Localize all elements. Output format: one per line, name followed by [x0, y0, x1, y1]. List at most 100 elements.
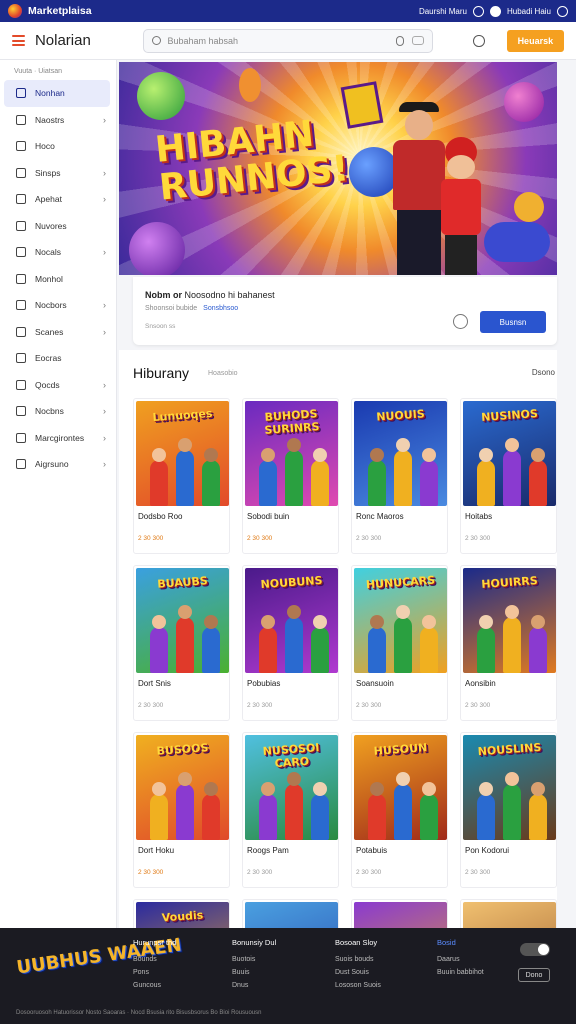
product-thumbnail[interactable]: NUSINOS — [463, 401, 556, 506]
product-thumbnail[interactable]: BUSOOS — [136, 735, 229, 840]
product-card[interactable]: NOUSLINS Pon Kodorui 2 30 300 — [460, 732, 557, 888]
footer-link[interactable]: Buuis — [232, 969, 276, 976]
user-text[interactable]: Daurshi Maru — [419, 7, 467, 16]
footer-button[interactable]: Dono — [518, 968, 550, 982]
product-name[interactable]: Ronc Maoros — [356, 512, 404, 521]
thumbnail-title: HUNUCARS — [365, 573, 436, 592]
brand-name[interactable]: Marketplaisa — [28, 5, 92, 17]
menu-icon[interactable] — [12, 35, 25, 46]
sidebar-item[interactable]: Naostrs › — [0, 107, 116, 134]
product-card[interactable]: BUAUBS Dort Snis 2 30 300 — [133, 565, 230, 721]
footer-link[interactable]: Suois bouds — [335, 956, 381, 963]
product-card[interactable] — [460, 899, 557, 931]
hero-banner[interactable]: HIBAHN RUNNOS! — [119, 62, 557, 275]
sidebar-item[interactable]: Nocbors › — [0, 292, 116, 319]
section-subtitle: Hoasobio — [208, 370, 238, 377]
sidebar-item[interactable]: Apehat › — [0, 186, 116, 213]
product-card[interactable]: BUSOOS Dort Hoku 2 30 300 — [133, 732, 230, 888]
product-thumbnail[interactable]: HUSOUN — [354, 735, 447, 840]
product-thumbnail[interactable]: Voudis — [136, 902, 229, 930]
product-card[interactable] — [351, 899, 448, 931]
product-name[interactable]: Pobubias — [247, 679, 280, 688]
product-thumbnail[interactable]: BUHODS SURINRS — [245, 401, 338, 506]
product-thumbnail[interactable]: NOUBUNS — [245, 568, 338, 673]
thumbnail-character-head — [396, 772, 410, 786]
product-card[interactable]: Lunuoqes Dodsbo Roo 2 30 300 — [133, 398, 230, 554]
thumbnail-character-head — [422, 448, 436, 462]
sidebar-item[interactable]: Nocals › — [0, 239, 116, 266]
product-thumbnail[interactable]: NUSOSOI CARO — [245, 735, 338, 840]
sidebar-item[interactable]: Qocds › — [0, 372, 116, 399]
sidebar-item[interactable]: Scanes › — [0, 319, 116, 346]
see-all-link[interactable]: Dsono — [532, 368, 555, 377]
product-card[interactable]: Voudis — [133, 899, 230, 931]
thumbnail-character — [394, 617, 412, 673]
product-thumbnail[interactable]: NUOUIS — [354, 401, 447, 506]
footer-link[interactable]: Buuin babbihot — [437, 969, 484, 976]
avatar[interactable] — [489, 5, 501, 17]
product-thumbnail[interactable]: Lunuoqes — [136, 401, 229, 506]
product-card[interactable]: HOUIRRS Aonsibin 2 30 300 — [460, 565, 557, 721]
sidebar-item[interactable]: Hoco — [0, 133, 116, 160]
microphone-icon[interactable] — [396, 35, 405, 46]
sidebar-item[interactable]: Marcgirontes › — [0, 425, 116, 452]
product-card[interactable] — [242, 899, 339, 931]
footer-link[interactable]: Buotois — [232, 956, 276, 963]
info-button[interactable]: Busnsn — [480, 311, 546, 333]
product-thumbnail[interactable] — [245, 902, 338, 930]
settings-icon[interactable] — [557, 5, 568, 17]
sidebar-item[interactable]: Nocbns › — [0, 398, 116, 425]
footer-link[interactable]: Daarus — [437, 956, 484, 963]
product-thumbnail[interactable]: HUNUCARS — [354, 568, 447, 673]
sidebar-item[interactable]: Nuvores — [0, 213, 116, 240]
notification-icon[interactable] — [472, 5, 484, 17]
footer-link[interactable]: Dnus — [232, 982, 276, 989]
thumbnail-character — [503, 784, 521, 840]
product-name[interactable]: Pon Kodorui — [465, 846, 509, 855]
product-thumbnail[interactable]: HOUIRRS — [463, 568, 556, 673]
product-name[interactable]: Dort Snis — [138, 679, 171, 688]
footer-link[interactable]: Guncous — [133, 982, 176, 989]
theme-toggle[interactable] — [520, 943, 550, 956]
product-thumbnail[interactable] — [354, 902, 447, 930]
product-name[interactable]: Sobodi buin — [247, 512, 289, 521]
thumbnail-character-head — [531, 615, 545, 629]
cta-button[interactable]: Heuarsk — [506, 29, 564, 52]
product-card[interactable]: NUSINOS Hoitabs 2 30 300 — [460, 398, 557, 554]
product-name[interactable]: Dodsbo Roo — [138, 512, 182, 521]
search-input[interactable]: Bubaham habsah — [167, 36, 396, 46]
sidebar-item[interactable]: Sinsps › — [0, 160, 116, 187]
product-name[interactable]: Potabuis — [356, 846, 387, 855]
info-icon[interactable] — [453, 314, 468, 329]
product-thumbnail[interactable] — [463, 902, 556, 930]
product-card[interactable]: NOUBUNS Pobubias 2 30 300 — [242, 565, 339, 721]
search-bar[interactable]: Bubaham habsah — [143, 28, 434, 53]
sidebar-item[interactable]: Eocras — [0, 345, 116, 372]
account-label[interactable]: Hubadi Haiu — [507, 7, 551, 16]
product-card[interactable]: NUSOSOI CARO Roogs Pam 2 30 300 — [242, 732, 339, 888]
footer-link[interactable]: Lososon Suois — [335, 982, 381, 989]
footer-link[interactable]: Bounds — [133, 956, 176, 963]
camera-icon[interactable] — [412, 36, 425, 45]
footer-link[interactable]: Dust Souis — [335, 969, 381, 976]
info-link[interactable]: Sonsbhsoo — [203, 305, 238, 312]
sidebar-item[interactable]: Nonhan — [4, 80, 110, 107]
product-card[interactable]: NUOUIS Ronc Maoros 2 30 300 — [351, 398, 448, 554]
history-icon[interactable] — [473, 34, 485, 47]
product-thumbnail[interactable]: BUAUBS — [136, 568, 229, 673]
header: Nolarian Bubaham habsah Heuarsk — [0, 22, 576, 60]
product-name[interactable]: Hoitabs — [465, 512, 492, 521]
product-card[interactable]: BUHODS SURINRS Sobodi buin 2 30 300 — [242, 398, 339, 554]
product-thumbnail[interactable]: NOUSLINS — [463, 735, 556, 840]
product-name[interactable]: Soansuoin — [356, 679, 394, 688]
product-name[interactable]: Aonsibin — [465, 679, 496, 688]
brand-logo-icon[interactable] — [8, 4, 22, 18]
product-card[interactable]: HUSOUN Potabuis 2 30 300 — [351, 732, 448, 888]
copyright: Dosooruosoh Hatuorissor Nosto Saoaras · … — [16, 1010, 262, 1016]
sidebar-item[interactable]: Aigrsuno › — [0, 451, 116, 478]
product-name[interactable]: Roogs Pam — [247, 846, 289, 855]
product-card[interactable]: HUNUCARS Soansuoin 2 30 300 — [351, 565, 448, 721]
footer-link[interactable]: Pons — [133, 969, 176, 976]
product-name[interactable]: Dort Hoku — [138, 846, 174, 855]
sidebar-item[interactable]: Monhol — [0, 266, 116, 293]
